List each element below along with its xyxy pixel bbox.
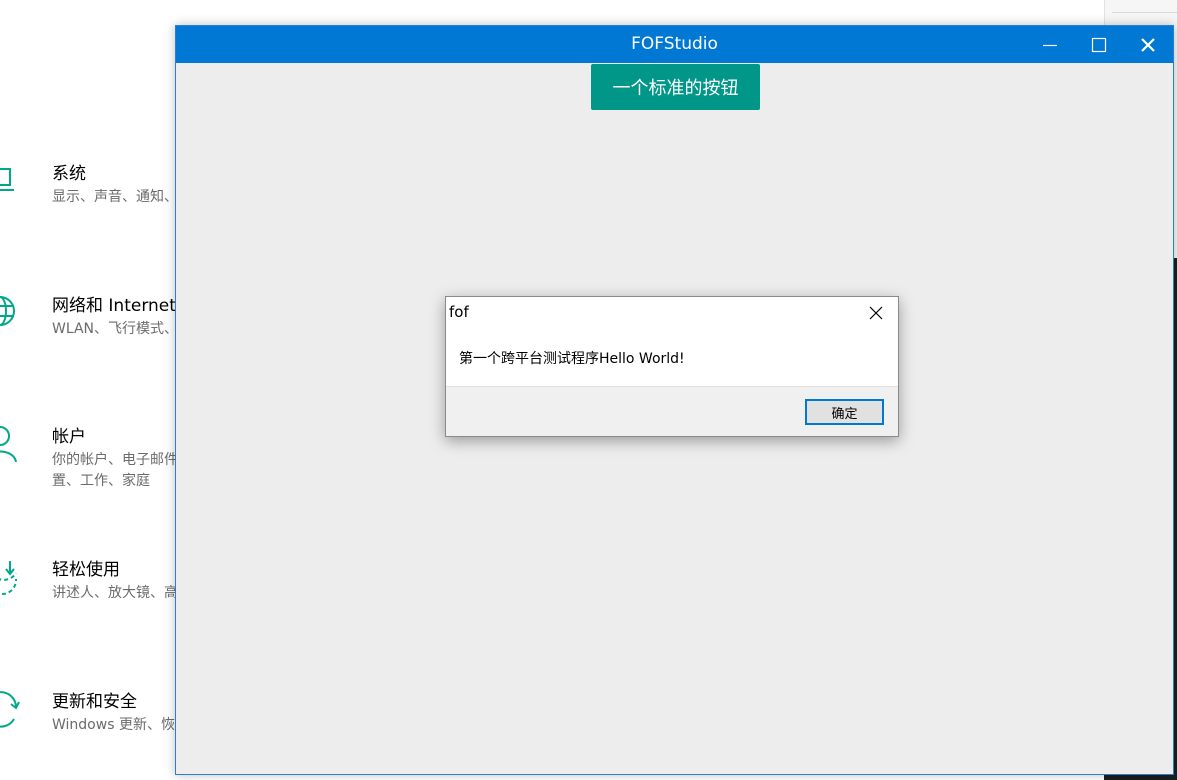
laptop-icon	[0, 168, 14, 191]
sync-icon	[0, 691, 20, 728]
ease-of-access-icon	[0, 561, 18, 596]
close-window-button[interactable]	[1124, 26, 1172, 63]
background-window-line	[1112, 12, 1177, 13]
dialog-title: fof	[449, 303, 469, 321]
settings-category-title: 帐户	[52, 427, 86, 447]
ok-button[interactable]: 确定	[805, 399, 884, 425]
settings-category-title: 网络和 Internet	[52, 296, 176, 316]
window-title: FOFStudio	[631, 34, 718, 54]
dialog-footer: 确定	[446, 386, 898, 436]
maximize-button[interactable]	[1075, 26, 1123, 63]
settings-category-desc: WLAN、飞行模式、	[52, 321, 179, 337]
settings-category-title: 轻松使用	[52, 560, 120, 580]
window-titlebar[interactable]: FOFStudio	[176, 26, 1173, 63]
settings-category-desc: Windows 更新、恢	[52, 717, 175, 733]
maximize-icon	[1091, 37, 1107, 52]
person-icon	[0, 426, 17, 463]
close-icon	[1141, 37, 1155, 52]
settings-category-desc: 讲述人、放大镜、高	[52, 585, 178, 601]
message-dialog: fof 第一个跨平台测试程序Hello World! 确定	[445, 296, 899, 437]
minimize-button[interactable]	[1026, 26, 1074, 63]
settings-category-title: 更新和安全	[52, 692, 137, 712]
dialog-message: 第一个跨平台测试程序Hello World!	[459, 351, 685, 367]
close-icon	[869, 306, 883, 320]
dialog-close-button[interactable]	[854, 297, 898, 329]
settings-category-desc: 你的帐户、电子邮件、置、工作、家庭	[52, 452, 192, 489]
standard-button[interactable]: 一个标准的按钮	[591, 64, 760, 110]
globe-icon	[0, 296, 15, 326]
settings-category-desc: 显示、声音、通知、	[52, 189, 178, 205]
settings-category-title: 系统	[52, 164, 86, 184]
minimize-icon	[1043, 44, 1057, 46]
